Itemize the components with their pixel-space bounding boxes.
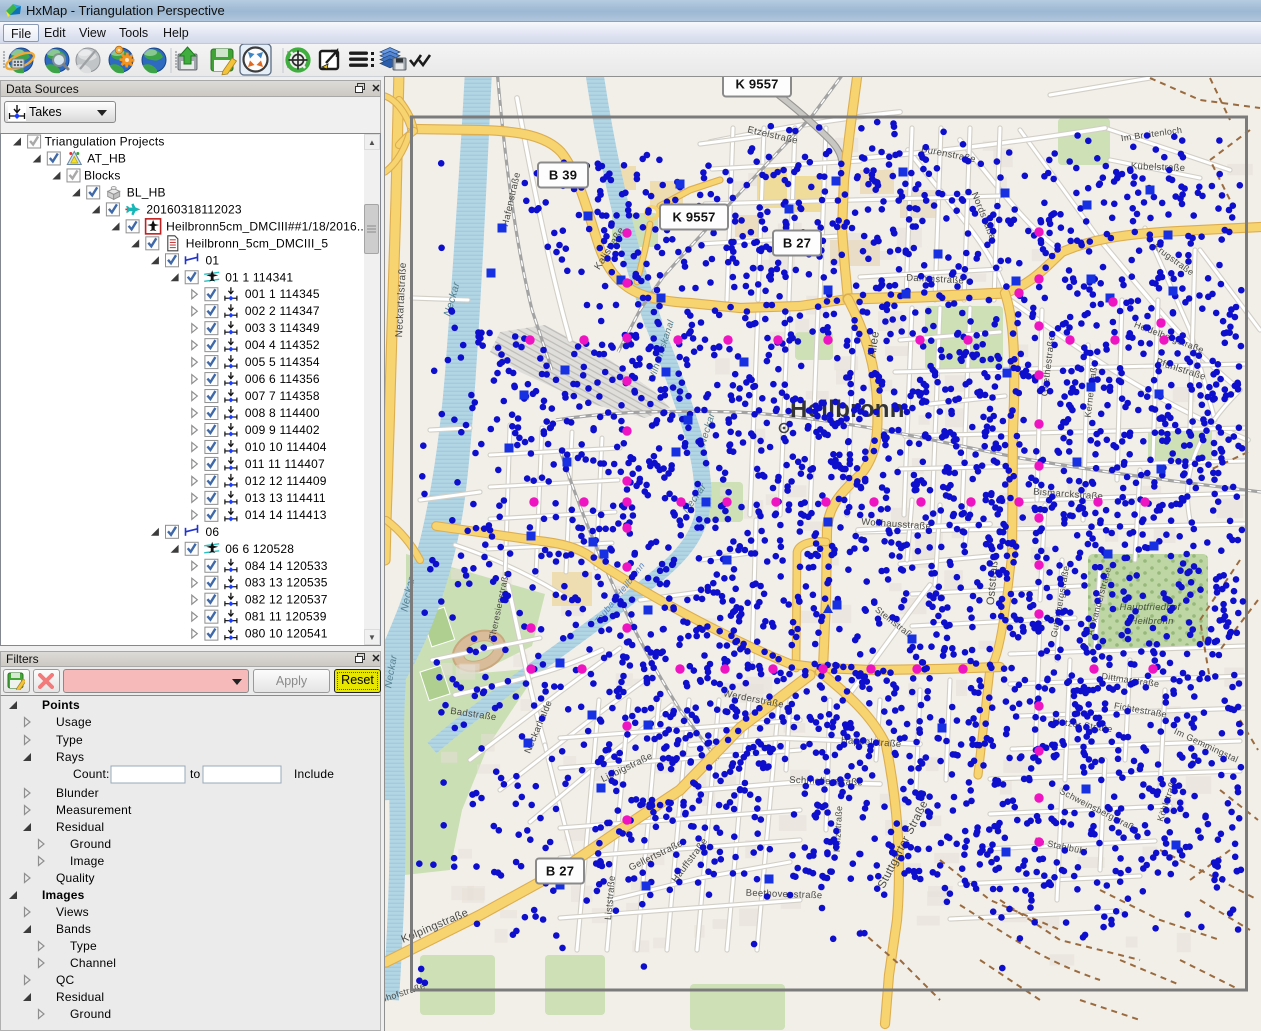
svg-text:Count:: Count: bbox=[73, 767, 110, 781]
svg-text:011 11 114407: 011 11 114407 bbox=[245, 457, 325, 471]
svg-text:Rays: Rays bbox=[56, 750, 84, 764]
svg-text:009 9 114402: 009 9 114402 bbox=[245, 423, 320, 437]
svg-text:Quality: Quality bbox=[56, 871, 95, 885]
svg-text:001 1 114345: 001 1 114345 bbox=[245, 287, 320, 301]
svg-text:QC: QC bbox=[56, 973, 75, 987]
svg-text:084 14 120533: 084 14 120533 bbox=[245, 559, 328, 573]
svg-text:Usage: Usage bbox=[56, 715, 92, 729]
svg-text:Points: Points bbox=[42, 698, 80, 712]
svg-text:013 13 114411: 013 13 114411 bbox=[245, 491, 326, 505]
svg-text:Bands: Bands bbox=[56, 922, 91, 936]
svg-text:Heilbronn5cm_DMCIII##1/18/2016: Heilbronn5cm_DMCIII##1/18/2016... bbox=[166, 219, 364, 233]
svg-text:083 13 120535: 083 13 120535 bbox=[245, 576, 328, 590]
svg-text:012 12 114409: 012 12 114409 bbox=[245, 474, 327, 488]
svg-text:006 6 114356: 006 6 114356 bbox=[245, 372, 320, 386]
svg-text:007 7 114358: 007 7 114358 bbox=[245, 389, 320, 403]
svg-text:Triangulation Projects: Triangulation Projects bbox=[45, 135, 165, 149]
svg-text:004 4 114352: 004 4 114352 bbox=[245, 338, 320, 352]
svg-text:AT_HB: AT_HB bbox=[87, 151, 126, 165]
svg-text:Residual: Residual bbox=[56, 820, 104, 834]
svg-text:06 6 120528: 06 6 120528 bbox=[225, 542, 294, 556]
svg-text:Type: Type bbox=[56, 733, 83, 747]
svg-text:06: 06 bbox=[206, 525, 220, 539]
svg-text:Ground: Ground bbox=[70, 837, 111, 851]
svg-text:Blocks: Blocks bbox=[84, 168, 121, 182]
svg-text:002 2 114347: 002 2 114347 bbox=[245, 304, 320, 318]
svg-text:005 5 114354: 005 5 114354 bbox=[245, 355, 320, 369]
svg-text:01 1 114341: 01 1 114341 bbox=[225, 270, 293, 284]
svg-text:010 10 114404: 010 10 114404 bbox=[245, 440, 327, 454]
svg-text:003 3 114349: 003 3 114349 bbox=[245, 321, 320, 335]
svg-text:Ground: Ground bbox=[70, 1007, 111, 1021]
svg-text:Type: Type bbox=[70, 939, 97, 953]
svg-text:014 14 114413: 014 14 114413 bbox=[245, 508, 327, 522]
svg-text:081 11 120539: 081 11 120539 bbox=[245, 610, 327, 624]
svg-text:Views: Views bbox=[56, 905, 89, 919]
svg-text:Blunder: Blunder bbox=[56, 786, 99, 800]
svg-text:Include: Include bbox=[294, 767, 334, 781]
svg-text:Residual: Residual bbox=[56, 990, 104, 1004]
svg-text:Heilbronn_5cm_DMCIII_5: Heilbronn_5cm_DMCIII_5 bbox=[186, 236, 329, 250]
svg-text:082 12 120537: 082 12 120537 bbox=[245, 593, 328, 607]
svg-text:Image: Image bbox=[70, 854, 104, 868]
svg-text:20160318112023: 20160318112023 bbox=[146, 202, 241, 216]
svg-text:Channel: Channel bbox=[70, 956, 116, 970]
svg-text:080 10 120541: 080 10 120541 bbox=[245, 627, 328, 641]
svg-text:Measurement: Measurement bbox=[56, 803, 132, 817]
svg-text:01: 01 bbox=[206, 253, 220, 267]
svg-text:BL_HB: BL_HB bbox=[127, 185, 166, 199]
svg-text:Images: Images bbox=[42, 888, 85, 902]
svg-text:to: to bbox=[190, 767, 201, 781]
svg-text:008 8 114400: 008 8 114400 bbox=[245, 406, 320, 420]
